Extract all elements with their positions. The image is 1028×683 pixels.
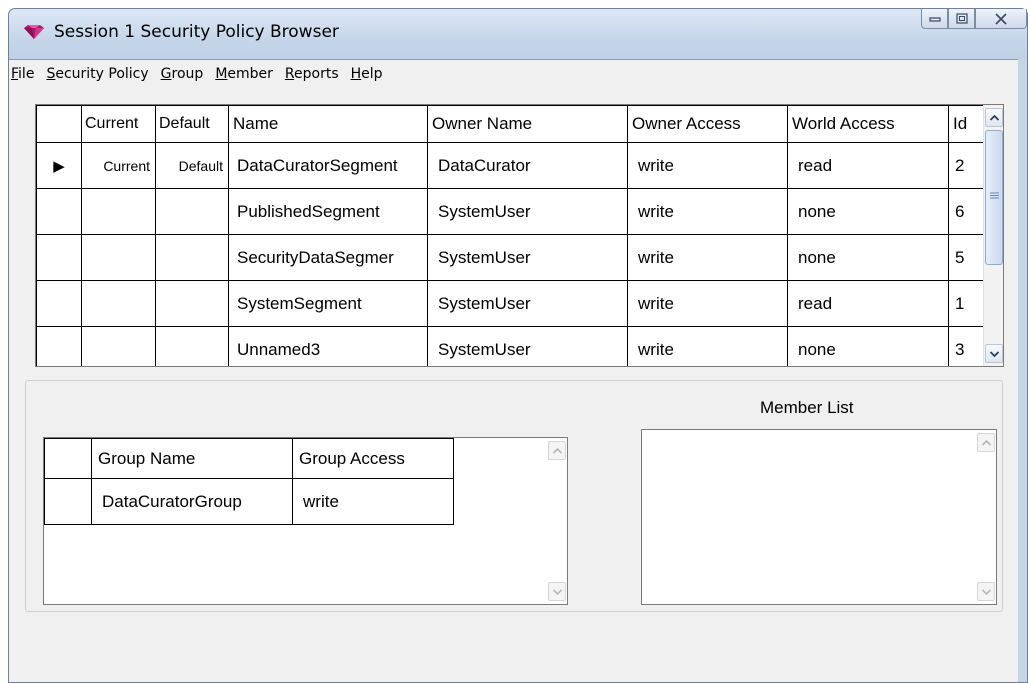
cell-id[interactable]: 5 — [948, 234, 987, 281]
column-id-header[interactable]: Id — [948, 105, 987, 143]
cell-indicator[interactable]: ▶ — [36, 142, 82, 189]
cell-current[interactable] — [81, 326, 156, 366]
groups-grid[interactable]: Group Name Group Access DataCuratorGroup w… — [43, 437, 568, 605]
scroll-down-button[interactable] — [977, 582, 995, 601]
cell-world-access[interactable]: none — [787, 326, 949, 366]
close-icon — [995, 12, 1007, 25]
segments-table: Current Default Name Owner Name Owner Access… — [36, 105, 987, 366]
column-indicator-header[interactable] — [36, 105, 82, 143]
scroll-up-button[interactable] — [977, 433, 995, 452]
chevron-down-icon — [989, 350, 999, 357]
chevron-up-icon — [552, 447, 562, 454]
cell-group-name[interactable]: DataCuratorGroup — [91, 478, 293, 525]
cell-indicator[interactable] — [36, 280, 82, 327]
scroll-up-button[interactable] — [548, 441, 566, 460]
cell-id[interactable]: 6 — [948, 188, 987, 235]
scroll-thumb[interactable] — [985, 130, 1003, 265]
cell-name[interactable]: PublishedSegment — [228, 188, 428, 235]
chevron-down-icon — [981, 588, 991, 595]
cell-owner[interactable]: SystemUser — [427, 326, 628, 366]
cell-owner[interactable]: SystemUser — [427, 188, 628, 235]
cell-name[interactable]: DataCuratorSegment — [228, 142, 428, 189]
cell-default[interactable] — [155, 234, 229, 281]
cell-current[interactable] — [81, 280, 156, 327]
column-current-header[interactable]: Current — [81, 105, 156, 143]
column-owner-name-header[interactable]: Owner Name — [427, 105, 628, 143]
column-world-access-header[interactable]: World Access — [787, 105, 949, 143]
table-row[interactable]: SecurityDataSegmer SystemUser write none 5 — [36, 234, 987, 281]
menu-reports[interactable]: Reports — [279, 66, 345, 82]
column-default-header[interactable]: Default — [155, 105, 229, 143]
cell-id[interactable]: 2 — [948, 142, 987, 189]
window-title: Session 1 Security Policy Browser — [54, 22, 339, 42]
column-group-name-header[interactable]: Group Name — [91, 438, 293, 479]
cell-owner-access[interactable]: write — [627, 280, 788, 327]
menu-security-policy[interactable]: Security Policy — [40, 66, 154, 82]
cell-current[interactable]: Current — [81, 142, 156, 189]
gemstone-icon — [24, 25, 44, 39]
scroll-up-button[interactable] — [985, 108, 1003, 127]
cell-default[interactable] — [155, 280, 229, 327]
table-row[interactable]: SystemSegment SystemUser write read 1 — [36, 280, 987, 327]
cell-indicator[interactable] — [36, 326, 82, 366]
chevron-up-icon — [989, 114, 999, 121]
menu-member[interactable]: Member — [209, 66, 279, 82]
table-row[interactable]: PublishedSegment SystemUser write none 6 — [36, 188, 987, 235]
table-row[interactable]: ▶ Current Default DataCuratorSegment DataCur… — [36, 142, 987, 189]
cell-name[interactable]: SecurityDataSegmer — [228, 234, 428, 281]
menu-group[interactable]: Group — [155, 66, 210, 82]
cell-owner-access[interactable]: write — [627, 234, 788, 281]
cell-owner[interactable]: DataCurator — [427, 142, 628, 189]
menu-bar: File Security Policy Group Member Reports Hel… — [9, 60, 1018, 88]
cell-owner-access[interactable]: write — [627, 326, 788, 366]
cell-name[interactable]: Unnamed3 — [228, 326, 428, 366]
segments-grid[interactable]: Current Default Name Owner Name Owner Access… — [35, 104, 1004, 367]
member-list-scrollbar[interactable] — [976, 430, 996, 604]
cell-group-access[interactable]: write — [292, 478, 454, 525]
scroll-down-button[interactable] — [548, 582, 566, 601]
scroll-down-button[interactable] — [985, 344, 1003, 363]
cell-owner-access[interactable]: write — [627, 188, 788, 235]
title-bar[interactable]: Session 1 Security Policy Browser — [9, 9, 1027, 59]
minimize-icon — [928, 16, 941, 22]
segments-scrollbar[interactable] — [983, 105, 1003, 366]
cell-owner[interactable]: SystemUser — [427, 280, 628, 327]
cell-indicator[interactable] — [36, 234, 82, 281]
menu-file[interactable]: File — [9, 66, 40, 82]
cell-indicator[interactable] — [36, 188, 82, 235]
cell-owner[interactable]: SystemUser — [427, 234, 628, 281]
grip-icon — [990, 192, 999, 199]
cell-world-access[interactable]: none — [787, 234, 949, 281]
cell-name[interactable]: SystemSegment — [228, 280, 428, 327]
groups-table: Group Name Group Access DataCuratorGroup w… — [44, 438, 454, 525]
table-row[interactable]: DataCuratorGroup write — [44, 478, 454, 525]
menu-help[interactable]: Help — [345, 66, 389, 82]
cell-owner-access[interactable]: write — [627, 142, 788, 189]
column-group-access-header[interactable]: Group Access — [292, 438, 454, 479]
cell-group-indicator[interactable] — [44, 478, 92, 525]
minimize-button[interactable] — [921, 9, 948, 29]
member-list-label: Member List — [760, 398, 854, 417]
table-row[interactable]: Unnamed3 SystemUser write none 3 — [36, 326, 987, 366]
close-button[interactable] — [975, 9, 1027, 29]
cell-current[interactable] — [81, 188, 156, 235]
cell-id[interactable]: 3 — [948, 326, 987, 366]
column-owner-access-header[interactable]: Owner Access — [627, 105, 788, 143]
cell-world-access[interactable]: none — [787, 188, 949, 235]
groups-scrollbar[interactable] — [547, 438, 567, 604]
cell-current[interactable] — [81, 234, 156, 281]
cell-default[interactable] — [155, 188, 229, 235]
maximize-button[interactable] — [948, 9, 975, 29]
chevron-up-icon — [981, 439, 991, 446]
cell-default[interactable] — [155, 326, 229, 366]
cell-world-access[interactable]: read — [787, 280, 949, 327]
column-name-header[interactable]: Name — [228, 105, 428, 143]
member-list[interactable] — [641, 429, 997, 605]
maximize-icon — [955, 13, 968, 24]
cell-world-access[interactable]: read — [787, 142, 949, 189]
column-indicator-header[interactable] — [44, 438, 92, 479]
cell-id[interactable]: 1 — [948, 280, 987, 327]
chevron-down-icon — [552, 588, 562, 595]
cell-default[interactable]: Default — [155, 142, 229, 189]
